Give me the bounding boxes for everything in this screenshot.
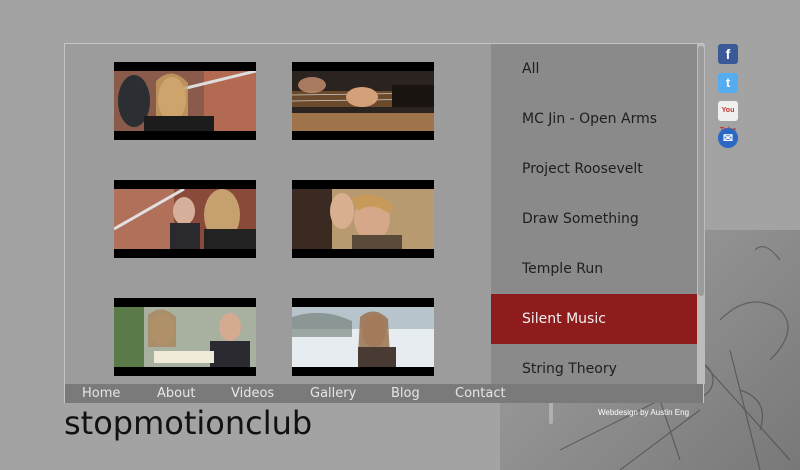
category-temple-run[interactable]: Temple Run <box>491 244 697 294</box>
video-thumbnail[interactable] <box>114 62 256 140</box>
nav-gallery[interactable]: Gallery <box>310 384 356 403</box>
nav-contact[interactable]: Contact <box>455 384 506 403</box>
category-all[interactable]: All <box>491 44 697 94</box>
nav-home[interactable]: Home <box>82 384 120 403</box>
youtube-icon[interactable]: You Tube <box>718 101 738 134</box>
video-thumbnail[interactable] <box>292 62 434 140</box>
category-silent-music[interactable]: Silent Music <box>491 294 697 344</box>
email-icon[interactable]: ✉ <box>718 128 738 148</box>
twitter-icon[interactable]: t <box>718 73 738 93</box>
webdesign-credit[interactable]: Webdesign by Austin Eng <box>598 408 689 417</box>
video-thumbnail[interactable] <box>114 298 256 376</box>
nav-about[interactable]: About <box>157 384 195 403</box>
video-category-list: All MC Jin - Open Arms Project Roosevelt… <box>491 44 697 384</box>
video-gallery-panel: All MC Jin - Open Arms Project Roosevelt… <box>64 43 705 424</box>
site-logo[interactable]: stopmotionclub <box>64 404 312 442</box>
facebook-icon[interactable]: f <box>718 44 738 64</box>
category-project-roosevelt[interactable]: Project Roosevelt <box>491 144 697 194</box>
main-nav: Home About Videos Gallery Blog Contact <box>65 384 703 403</box>
video-thumbnail[interactable] <box>114 180 256 258</box>
category-scrollbar-thumb[interactable] <box>698 46 704 296</box>
video-thumbnail[interactable] <box>292 180 434 258</box>
thumbnail-grid <box>65 44 491 384</box>
category-string-theory[interactable]: String Theory <box>491 344 697 384</box>
video-thumbnail[interactable] <box>292 298 434 376</box>
category-draw-something[interactable]: Draw Something <box>491 194 697 244</box>
nav-videos[interactable]: Videos <box>231 384 274 403</box>
nav-blog[interactable]: Blog <box>391 384 420 403</box>
category-scrollbar[interactable] <box>697 44 705 384</box>
category-mc-jin-open-arms[interactable]: MC Jin - Open Arms <box>491 94 697 144</box>
